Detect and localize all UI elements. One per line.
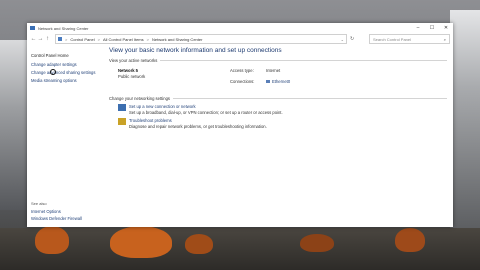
chevron-down-icon[interactable]: ⌄ [339, 37, 346, 42]
change-settings-label: Change your networking settings [109, 96, 170, 101]
new-connection-desc: Set up a broadband, dial-up, or VPN conn… [129, 110, 283, 115]
sidebar-item-adapter-settings[interactable]: Change adapter settings [31, 62, 105, 67]
divider [160, 60, 447, 61]
minimize-button[interactable]: – [411, 23, 425, 33]
sidebar: Control Panel Home Change adapter settin… [27, 45, 105, 227]
ethernet-link[interactable]: Ethernet0 [266, 79, 306, 89]
troubleshoot-desc: Diagnose and repair network problems, or… [129, 124, 267, 129]
new-connection-icon [118, 104, 126, 111]
background-mountain-right [450, 10, 480, 230]
background-mountain-left [0, 40, 30, 210]
breadcrumb-control-panel[interactable]: Control Panel [70, 37, 94, 42]
see-also-heading: See also [31, 201, 47, 206]
active-networks-label: View your active networks [109, 58, 158, 63]
content-area: Control Panel Home Change adapter settin… [27, 45, 453, 227]
search-icon: ⌕ [443, 36, 446, 42]
sidebar-item-advanced-sharing[interactable]: Change advanced sharing settings [31, 70, 105, 75]
window-title: Network and Sharing Center [38, 25, 89, 31]
title-bar[interactable]: Network and Sharing Center – ☐ ✕ [27, 23, 453, 33]
sidebar-item-internet-options[interactable]: Internet Options [31, 209, 61, 214]
breadcrumb-network-center[interactable]: Network and Sharing Center [152, 37, 202, 42]
active-network: Network 5 Public network Access type: In… [118, 68, 453, 88]
network-sharing-center-window: Network and Sharing Center – ☐ ✕ ← → ↑ >… [27, 23, 453, 227]
search-placeholder: Search Control Panel [373, 36, 412, 42]
network-category: Public network [118, 74, 146, 79]
new-connection-link[interactable]: Set up a new connection or network [129, 104, 283, 109]
address-bar: ← → ↑ > Control Panel > All Control Pane… [27, 33, 453, 45]
sidebar-item-firewall[interactable]: Windows Defender Firewall [31, 216, 82, 221]
window-controls: – ☐ ✕ [411, 23, 453, 33]
mouse-cursor-icon [50, 69, 56, 75]
search-input[interactable]: Search Control Panel ⌕ [369, 34, 450, 44]
network-details: Access type: Internet Connections: Ether… [230, 68, 306, 88]
divider [173, 98, 447, 99]
task-troubleshoot: Troubleshoot problems Diagnose and repai… [118, 118, 453, 129]
active-networks-heading: View your active networks [109, 58, 453, 63]
breadcrumb-separator: > [146, 36, 149, 42]
network-name: Network 5 [118, 68, 139, 73]
back-button[interactable]: ← [30, 36, 37, 42]
refresh-button[interactable]: ↻ [350, 36, 354, 42]
control-panel-icon [58, 37, 62, 41]
access-type-value: Internet [266, 68, 281, 73]
connections-label: Connections: [230, 78, 255, 84]
up-button[interactable]: ↑ [44, 36, 51, 42]
change-settings-heading: Change your networking settings [109, 96, 453, 101]
network-icon [30, 26, 35, 30]
sidebar-item-home[interactable]: Control Panel Home [31, 53, 105, 58]
background-tree [395, 228, 425, 252]
network-info: Network 5 Public network [118, 68, 230, 88]
maximize-button[interactable]: ☐ [425, 23, 439, 33]
page-title: View your basic network information and … [109, 47, 282, 54]
ethernet-icon [266, 79, 270, 83]
troubleshoot-icon [118, 118, 126, 125]
forward-button[interactable]: → [37, 36, 44, 42]
breadcrumb-separator: > [97, 36, 100, 42]
sidebar-item-media-streaming[interactable]: Media streaming options [31, 78, 105, 83]
breadcrumb-all-items[interactable]: All Control Panel Items [103, 37, 144, 42]
breadcrumb-separator: > [65, 36, 68, 42]
background-tree [35, 226, 69, 254]
access-type-label: Access type: [230, 68, 254, 73]
background-tree [185, 234, 213, 254]
close-button[interactable]: ✕ [439, 23, 453, 33]
background-tree [110, 226, 172, 258]
background-tree [300, 234, 334, 252]
breadcrumb[interactable]: > Control Panel > All Control Panel Item… [55, 34, 347, 44]
troubleshoot-link[interactable]: Troubleshoot problems [129, 118, 267, 123]
task-new-connection: Set up a new connection or network Set u… [118, 104, 453, 115]
main-panel: View your basic network information and … [105, 45, 453, 227]
ethernet-link-label: Ethernet0 [272, 78, 291, 84]
